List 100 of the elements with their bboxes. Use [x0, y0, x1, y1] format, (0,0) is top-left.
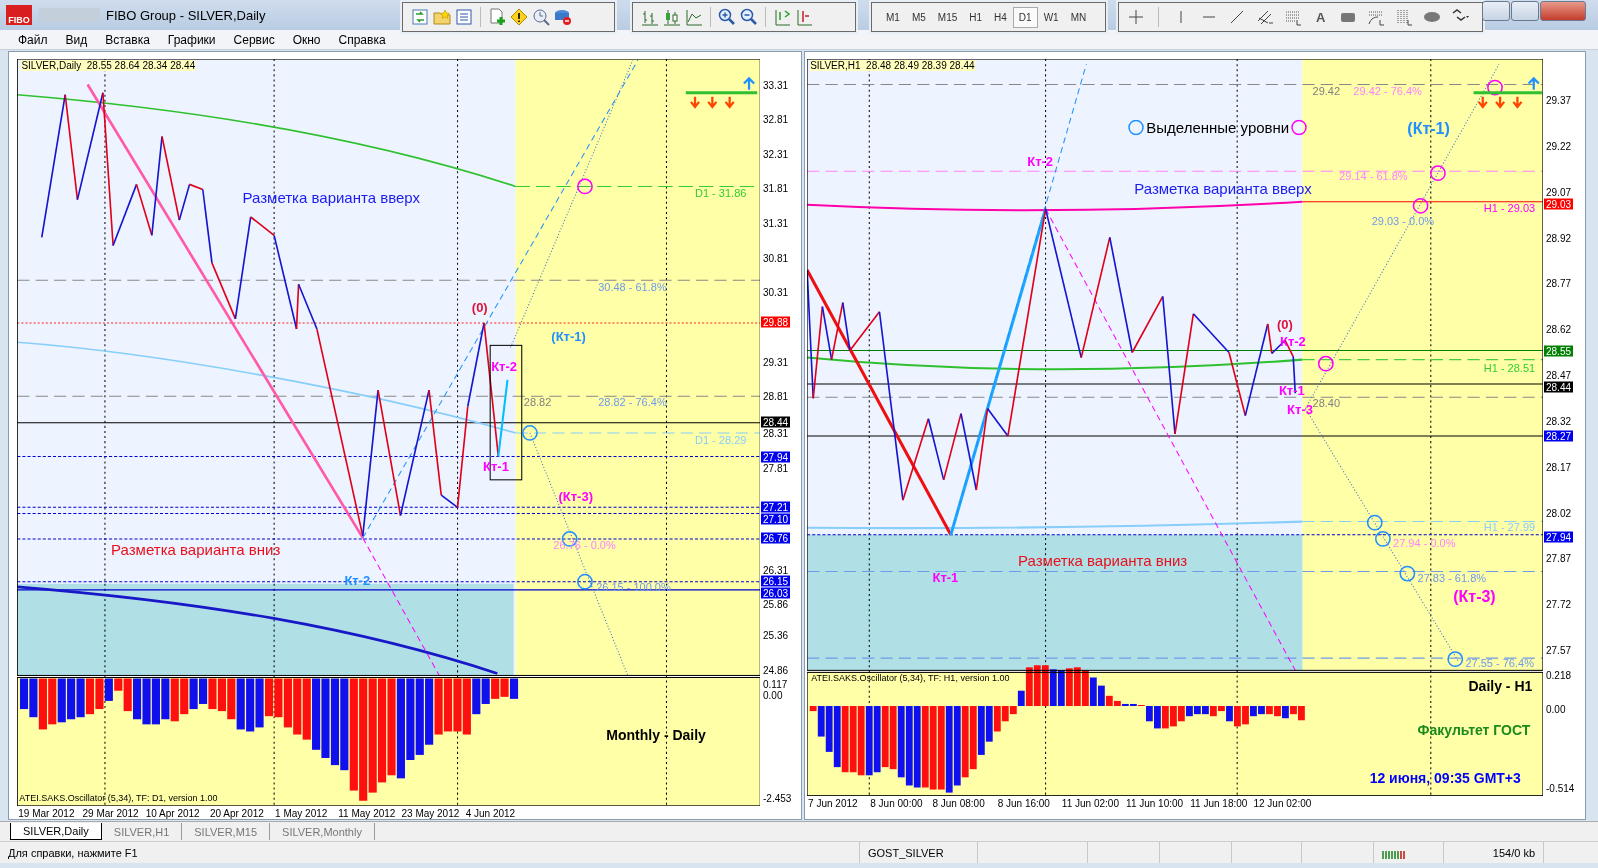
ohlc-values: 28.55 28.64 28.34 28.44 — [86, 60, 196, 72]
time-label: 11 Jun 02:00 — [1061, 798, 1119, 809]
chart-annotation: H1 - 27.99 — [1483, 521, 1536, 533]
chart-annotation: H1 - 29.03 — [1483, 202, 1536, 214]
menu-item[interactable]: Справка — [330, 31, 394, 48]
timeframe-button[interactable]: M15 — [931, 6, 964, 28]
oscillator-tick: 0.117 — [763, 678, 788, 690]
chart-annotation: Кт-2 — [344, 573, 371, 587]
time-label: 12 Jun 02:00 — [1253, 798, 1312, 809]
timeframe-button[interactable]: H4 — [988, 6, 1013, 28]
price-tag: 27.21 — [761, 501, 791, 513]
chart-symbol: SILVER,H1 — [810, 60, 861, 72]
price-tag: 29.03 — [1544, 198, 1574, 210]
window-title: FIBO Group - SILVER,Daily — [106, 7, 266, 23]
chart-annotation: 28.82 — [523, 396, 552, 408]
time-label: 29 Mar 2012 — [82, 808, 139, 819]
chart-annotation: 29.14 - 61.8% — [1339, 170, 1408, 182]
chart-note: 12 июня, 09:35 GMT+3 — [1369, 771, 1521, 786]
chart-tab[interactable]: SILVER,M15 — [182, 823, 271, 840]
chart-annotation: Разметка варианта вверх — [242, 189, 420, 205]
price-tick: 24.86 — [763, 664, 789, 676]
chart-tab[interactable]: SILVER,Daily — [10, 823, 102, 840]
chart-annotation: Кт-2 — [1279, 334, 1306, 348]
time-label: 10 Apr 2012 — [145, 808, 200, 819]
chart-annotation: Кт-1 — [1278, 383, 1305, 397]
profile-name: GOST_SILVER — [868, 846, 944, 859]
chart-annotation: Разметка варианта вниз — [1018, 552, 1188, 568]
price-tick: 27.87 — [1546, 552, 1572, 564]
price-tag: 27.10 — [761, 513, 791, 525]
price-tick: 33.31 — [763, 79, 789, 90]
chart-annotation: Кт-2 — [1027, 154, 1054, 168]
chart-annotation: (Кт-3) — [558, 489, 593, 503]
price-tick: 29.37 — [1546, 94, 1572, 106]
price-tick: 29.07 — [1546, 186, 1572, 198]
chart-tab[interactable]: SILVER,Monthly — [270, 823, 375, 840]
timeframe-button[interactable]: W1 — [1037, 6, 1065, 28]
legend-label: Выделенные уровни — [1146, 118, 1290, 136]
text-tool-button[interactable]: A — [1312, 9, 1330, 25]
oscillator-title: ATEI.SAKS.Oscillator (5,34), TF: D1, version 1.00 — [19, 792, 218, 803]
price-tick: 27.72 — [1546, 598, 1572, 610]
time-label: 8 Jun 08:00 — [932, 798, 985, 809]
timeframe-button[interactable]: MN — [1064, 6, 1093, 28]
menu-item[interactable]: Вид — [57, 31, 96, 48]
chart-annotation: 29.03 - 0.0% — [1371, 215, 1435, 227]
price-tick: 28.31 — [763, 428, 789, 439]
price-tag: 26.76 — [761, 532, 791, 544]
timeframe-button[interactable]: H1 — [963, 6, 989, 28]
chart-annotation: (Кт-1) — [1407, 121, 1450, 138]
oscillator-tick: 0.00 — [763, 689, 783, 701]
timeframe-button[interactable]: D1 — [1012, 6, 1038, 28]
price-tick: 28.17 — [1546, 461, 1572, 473]
price-tick: 26.31 — [763, 564, 789, 576]
price-tag: 26.03 — [761, 587, 791, 599]
price-tick: 31.31 — [763, 217, 789, 229]
oscillator-title: ATEI.SAKS.Oscillator (5,34), TF: H1, version 1.00 — [811, 672, 1010, 683]
chart-annotation: Кт-3 — [1287, 402, 1313, 415]
chart-annotation: 29.42 — [1312, 85, 1341, 97]
price-tick: 28.92 — [1546, 232, 1572, 243]
time-label: 1 May 2012 — [275, 808, 328, 819]
price-tick: 32.81 — [763, 113, 789, 125]
chart-annotation: Кт-1 — [932, 570, 959, 584]
timeframe-button[interactable]: M5 — [905, 6, 932, 28]
time-label: 7 Jun 2012 — [808, 798, 858, 809]
chart-annotation: D1 - 31.86 — [695, 187, 747, 199]
price-tick: 28.62 — [1546, 323, 1572, 335]
price-tag: 26.15 — [761, 575, 791, 587]
menu-item[interactable]: Файл — [10, 31, 56, 48]
chart-annotation: 28.82 - 76.4% — [598, 396, 667, 408]
menu-item[interactable]: Графики — [159, 31, 224, 48]
price-tag: 29.88 — [761, 316, 791, 328]
price-tick: 30.31 — [763, 286, 789, 298]
ohlc-values: 28.48 28.49 28.39 28.44 — [866, 60, 975, 72]
price-tag: 28.44 — [761, 416, 791, 428]
price-tick: 25.86 — [763, 598, 789, 610]
chart-note: Факультет ГОСТ — [1417, 723, 1531, 738]
time-label: 4 Jun 2012 — [465, 808, 516, 819]
time-label: 23 May 2012 — [401, 808, 460, 819]
time-label: 11 Jun 18:00 — [1190, 798, 1248, 809]
chart-annotation: 27.94 - 0.0% — [1393, 537, 1456, 549]
app-logo: FIBO — [6, 5, 32, 25]
chart-annotation: 29.42 - 76.4% — [1353, 85, 1422, 97]
price-tag: 27.94 — [1544, 531, 1574, 543]
menu-item[interactable]: Сервис — [225, 31, 283, 48]
chart-annotation: 28.40 — [1312, 397, 1341, 409]
chart-annotation: 30.48 - 61.8% — [598, 281, 667, 293]
chart-annotation: H1 - 28.51 — [1483, 362, 1536, 374]
price-tick: 29.31 — [763, 356, 789, 368]
price-tag: 28.55 — [1544, 345, 1574, 357]
price-tick: 25.36 — [763, 629, 789, 641]
chart-annotation: Разметка варианта вверх — [1134, 180, 1312, 196]
chart-annotation: 27.83 - 61.8% — [1417, 572, 1487, 584]
menu-item[interactable]: Вставка — [97, 31, 158, 48]
oscillator-tick: 0.00 — [1546, 703, 1566, 715]
time-label: 11 May 2012 — [338, 808, 396, 819]
menu-item[interactable]: Окно — [284, 31, 329, 48]
chart-annotation: Кт-2 — [491, 359, 518, 373]
oscillator-tick: 0.218 — [1546, 669, 1572, 681]
chart-tab[interactable]: SILVER,H1 — [101, 823, 183, 840]
timeframe-button[interactable]: M1 — [880, 6, 906, 28]
price-tick: 32.31 — [763, 148, 789, 160]
